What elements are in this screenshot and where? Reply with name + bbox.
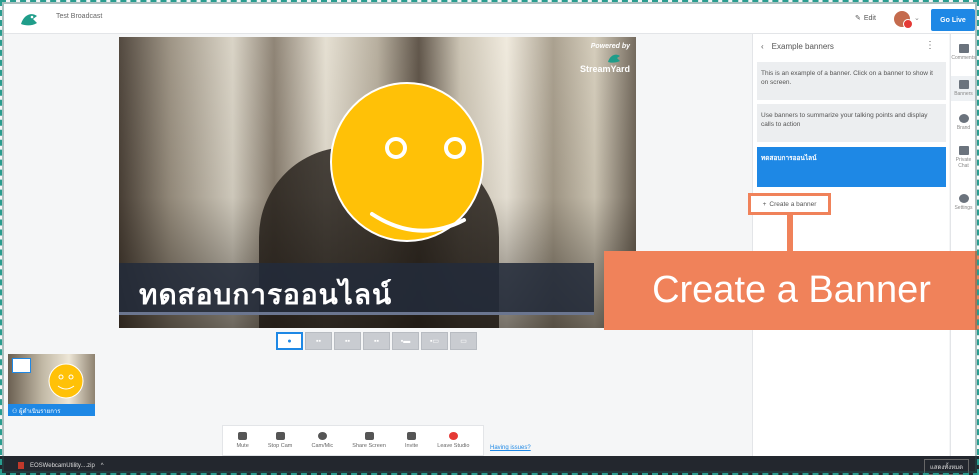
user-avatar[interactable] — [894, 11, 913, 29]
rail-comments[interactable]: Comments — [951, 44, 976, 61]
layout-picture-button[interactable]: ▪▭ — [421, 332, 448, 350]
monitor-icon — [364, 432, 374, 440]
chevron-down-icon[interactable]: ⌄ — [914, 14, 920, 22]
person-icon: ⚇ — [12, 409, 20, 415]
share-screen-button[interactable]: Share Screen — [352, 432, 386, 449]
banner-card-selected[interactable]: ทดสอบการออนไลน์ — [757, 147, 946, 187]
broadcast-title: Test Broadcast — [56, 13, 103, 20]
microphone-icon — [238, 432, 248, 440]
layout-cinema-button[interactable]: ▭ — [450, 332, 477, 350]
file-icon — [18, 462, 24, 469]
chat-icon — [958, 146, 969, 155]
camera-icon — [275, 432, 285, 440]
edit-button[interactable]: ✎ Edit — [855, 14, 876, 23]
right-icon-rail: Comments Banners Brand Private Chat Sett… — [950, 34, 976, 456]
close-icon — [448, 432, 458, 440]
stop-cam-button[interactable]: Stop Cam — [268, 432, 292, 449]
rail-private-chat[interactable]: Private Chat — [951, 146, 976, 169]
gear-icon — [958, 194, 969, 203]
palette-icon — [958, 114, 969, 123]
mute-button[interactable]: Mute — [237, 432, 249, 449]
callout-connector — [787, 215, 793, 251]
studio-controls: Mute Stop Cam Cam/Mic Share Screen Invit… — [222, 425, 484, 456]
top-bar: Test Broadcast ✎ Edit ⌄ Go Live — [4, 4, 975, 34]
plus-icon: + — [762, 200, 767, 208]
rail-banners[interactable]: Banners — [951, 76, 976, 101]
streamyard-bird-icon — [608, 54, 620, 63]
downloads-bar: EOSWebcamUtility....zip ^ แสดงทั้งหมด — [0, 456, 979, 475]
rail-settings[interactable]: Settings — [951, 194, 976, 211]
leave-studio-button[interactable]: Leave Studio — [437, 432, 469, 449]
download-item[interactable]: EOSWebcamUtility....zip ^ — [18, 462, 104, 469]
smiley-face-icon — [330, 82, 484, 242]
comment-icon — [958, 44, 969, 53]
having-issues-link[interactable]: Having issues? — [490, 445, 531, 451]
powered-by-watermark: Powered by StreamYard — [579, 43, 630, 74]
back-chevron-icon[interactable]: ‹ — [761, 42, 764, 51]
add-person-icon — [407, 432, 417, 440]
layout-solo-button[interactable]: ● — [276, 332, 303, 350]
layout-group-button[interactable]: ▪▪ — [334, 332, 361, 350]
layout-screen-button[interactable]: ▪▬ — [392, 332, 419, 350]
create-banner-callout: Create a Banner — [604, 251, 979, 330]
rail-brand[interactable]: Brand — [951, 114, 976, 131]
invite-button[interactable]: Invite — [405, 432, 418, 449]
banner-card[interactable]: This is an example of a banner. Click on… — [757, 62, 946, 100]
pencil-icon: ✎ — [855, 15, 861, 22]
on-screen-banner: ทดสอบการออนไลน์ — [119, 263, 594, 315]
add-to-stage-icon[interactable] — [12, 358, 31, 373]
panel-header: ‹ Example banners — [761, 42, 834, 51]
go-live-button[interactable]: Go Live — [931, 9, 975, 31]
banner-icon — [958, 80, 969, 89]
layout-thin-button[interactable]: ▪▪ — [305, 332, 332, 350]
banner-card[interactable]: Use banners to summarize your talking po… — [757, 104, 946, 142]
more-options-icon[interactable]: ⋮ — [925, 40, 935, 51]
smiley-face-icon — [48, 363, 84, 399]
chevron-up-icon[interactable]: ^ — [101, 463, 104, 469]
streamyard-logo-icon — [21, 14, 37, 26]
gear-icon — [317, 432, 327, 440]
create-banner-button[interactable]: + Create a banner — [748, 193, 831, 215]
layout-leader-button[interactable]: ▪▪ — [363, 332, 390, 350]
participant-name-label: ⚇ ผู้ดำเนินรายการ — [8, 404, 95, 416]
cam-mic-button[interactable]: Cam/Mic — [311, 432, 333, 449]
layout-selector: ● ▪▪ ▪▪ ▪▪ ▪▬ ▪▭ ▭ — [276, 332, 477, 350]
banners-panel: ‹ Example banners ⋮ This is an example o… — [752, 34, 949, 456]
show-all-button[interactable]: แสดงทั้งหมด — [923, 459, 969, 475]
